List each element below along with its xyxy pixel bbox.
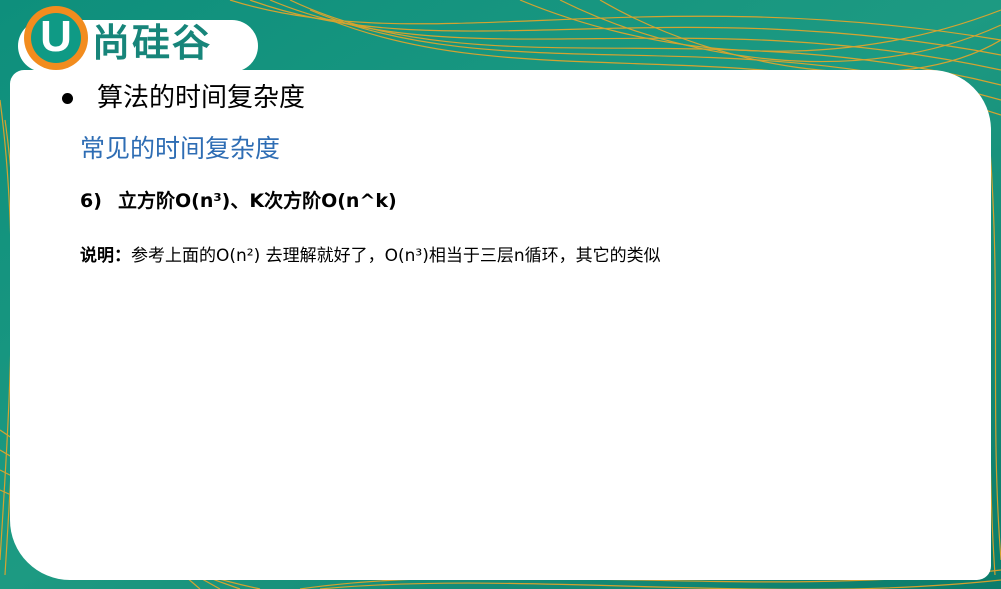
slide-heading: 算法的时间复杂度 (97, 83, 306, 113)
item-text: 立方阶O(n³)、K次方阶O(n^k) (118, 190, 397, 212)
note-text: 参考上面的O(n²) 去理解就好了，O(n³)相当于三层n循环，其它的类似 (131, 246, 661, 266)
slide-subheading: 常见的时间复杂度 (80, 134, 281, 163)
heading-row: 算法的时间复杂度 (62, 80, 305, 116)
item-number: 6) (80, 190, 102, 212)
logo-letter: U (40, 12, 72, 61)
note-label: 说明： (80, 246, 131, 266)
slide: U 尚硅谷 算法的时间复杂度 常见的时间复杂度 6) 立方阶O(n³)、K次方阶… (0, 0, 1001, 589)
note-row: 说明： 参考上面的O(n²) 去理解就好了，O(n³)相当于三层n循环，其它的类… (80, 242, 661, 270)
logo-text: 尚硅谷 (92, 21, 213, 65)
list-item: 6) 立方阶O(n³)、K次方阶O(n^k) (80, 186, 397, 216)
bullet-icon (62, 92, 73, 104)
